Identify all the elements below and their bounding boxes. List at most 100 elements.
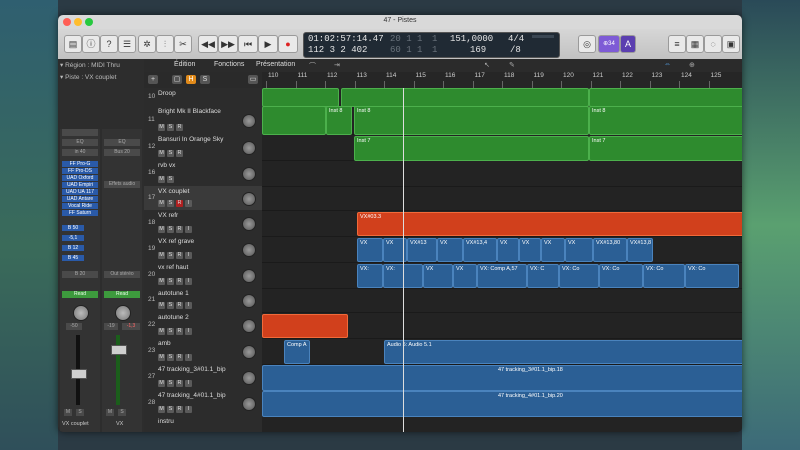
track-mute-button[interactable]: M xyxy=(158,328,165,335)
plugin-slot-8[interactable]: FF Saturn xyxy=(62,210,98,216)
lcd-display[interactable]: 01:02:57:14.47 112 3 2 402 20 1 1 60 1 1… xyxy=(303,32,560,58)
track-header-28[interactable]: 28 47 tracking_4#01.1_bip M S R I xyxy=(144,390,262,417)
track-input-monitor-button[interactable]: I xyxy=(185,278,192,285)
pointer-tool-icon[interactable]: ↖ xyxy=(484,61,490,69)
track-input-monitor-button[interactable]: I xyxy=(185,380,192,387)
region-vx-grave[interactable]: VX#13,8 xyxy=(627,238,653,262)
region-vx-haut[interactable]: VX: C xyxy=(527,264,559,288)
track-solo-button[interactable]: S xyxy=(167,328,174,335)
track-header-10[interactable]: 10 Droop xyxy=(144,88,262,107)
track-solo-button[interactable]: S xyxy=(167,406,174,413)
track-name[interactable]: Bright Mk II Blackface xyxy=(158,108,221,115)
track-volume-knob[interactable] xyxy=(242,141,256,155)
track-input-monitor-button[interactable]: I xyxy=(185,226,192,233)
library-button[interactable]: ▤ xyxy=(64,35,82,53)
track-name[interactable]: vx ref haut xyxy=(158,264,188,271)
track-solo-button[interactable]: S xyxy=(167,354,174,361)
track-record-button[interactable]: R xyxy=(176,406,183,413)
track-volume-knob[interactable] xyxy=(242,294,256,308)
plugin-slot-1[interactable]: FF Pro-G xyxy=(62,161,98,167)
record-button[interactable]: ● xyxy=(278,35,298,53)
track-solo-button[interactable]: S xyxy=(167,252,174,259)
pan-knob-2[interactable] xyxy=(115,305,131,321)
track-header[interactable]: ▾ Piste : VX couplet xyxy=(60,73,142,82)
region-vx-grave[interactable]: VX xyxy=(437,238,463,262)
track-settings-button[interactable]: ▭ xyxy=(248,75,258,84)
send-2[interactable]: -5,1 xyxy=(62,235,84,241)
strip1-input[interactable]: in 40 xyxy=(62,149,98,156)
track-name[interactable]: instru xyxy=(158,418,174,425)
region-vx-grave[interactable]: VX#13,80 xyxy=(593,238,627,262)
region-tracking3[interactable]: 47 tracking_3#01.1_bip.18 xyxy=(262,365,742,391)
region-autotune-2[interactable] xyxy=(262,314,348,338)
arrange-area[interactable]: Inst 8 Inst 8 Inst 8 Inst 7 Inst 7 VX#03… xyxy=(262,88,742,432)
region-bright-1[interactable] xyxy=(262,106,326,135)
track-mute-button[interactable]: M xyxy=(158,226,165,233)
region-vx-grave[interactable]: VX#13,4 xyxy=(463,238,497,262)
volume-fader-2[interactable] xyxy=(111,345,127,355)
track-volume-knob[interactable] xyxy=(242,217,256,231)
plugin-slot-7[interactable]: Vocal Ride xyxy=(62,203,98,209)
track-solo-button[interactable]: S xyxy=(167,380,174,387)
track-record-button[interactable]: R xyxy=(176,124,183,131)
region-inst8b[interactable]: Inst 8 xyxy=(354,106,589,135)
region-vx-haut[interactable]: VX: Co xyxy=(599,264,643,288)
track-name[interactable]: autotune 2 xyxy=(158,314,189,321)
flex-icon[interactable]: ⌒ xyxy=(309,61,316,71)
track-name[interactable]: Droop xyxy=(158,90,176,97)
track-mute-button[interactable]: M xyxy=(158,380,165,387)
track-name[interactable]: 47 tracking_3#01.1_bip xyxy=(158,366,226,373)
editors-button[interactable]: ✂ xyxy=(174,35,192,53)
menu-edition[interactable]: Édition xyxy=(174,61,195,68)
region-vx-grave[interactable]: VX xyxy=(519,238,541,262)
region-vx-grave[interactable]: VX#13 xyxy=(407,238,437,262)
track-record-button[interactable]: R xyxy=(176,380,183,387)
track-header-21[interactable]: 21 autotune 1 MSRI xyxy=(144,288,262,313)
track-solo-button[interactable]: S xyxy=(167,200,174,207)
track-mute-button[interactable]: M xyxy=(158,252,165,259)
track-name[interactable]: autotune 1 xyxy=(158,290,189,297)
count-in-badge[interactable]: ⊕34 xyxy=(598,35,620,53)
strip1-eq[interactable]: EQ xyxy=(62,139,98,146)
mixer-button[interactable]: ⫶ xyxy=(156,35,174,53)
strip2-mute[interactable]: M xyxy=(106,409,114,416)
list-editor-button[interactable]: ≡ xyxy=(668,35,686,53)
region-inst7b[interactable]: Inst 7 xyxy=(589,136,742,161)
region-droop-1[interactable] xyxy=(262,88,339,107)
region-header[interactable]: ▾ Région : MIDI Thru xyxy=(60,61,142,70)
region-vx-haut[interactable]: VX: Co xyxy=(643,264,685,288)
plugin-slot-4[interactable]: UAD Empiri xyxy=(62,182,98,188)
loops-button[interactable]: ◌ xyxy=(704,35,722,53)
track-record-button[interactable]: R xyxy=(176,328,183,335)
region-vx-grave[interactable]: VX xyxy=(357,238,383,262)
track-name[interactable]: 47 tracking_4#01.1_bip xyxy=(158,392,226,399)
region-vx-grave[interactable]: VX xyxy=(541,238,565,262)
smart-controls-button[interactable]: ✲ xyxy=(138,35,156,53)
track-solo-button[interactable]: S xyxy=(167,278,174,285)
tuner-button[interactable]: ◎ xyxy=(578,35,596,53)
track-mute-button[interactable]: M xyxy=(158,354,165,361)
track-name[interactable]: VX couplet xyxy=(158,188,189,195)
track-name[interactable]: VX ref grave xyxy=(158,238,194,245)
automation-read-1[interactable]: Read xyxy=(62,291,98,298)
track-volume-knob[interactable] xyxy=(242,397,256,411)
track-volume-knob[interactable] xyxy=(242,371,256,385)
region-droop-3[interactable] xyxy=(589,88,742,107)
track-mute-button[interactable]: M xyxy=(158,124,165,131)
track-name[interactable]: Bansuri In Orange Sky xyxy=(158,136,223,143)
track-volume-knob[interactable] xyxy=(242,192,256,206)
region-inst8c[interactable]: Inst 8 xyxy=(589,106,742,135)
metronome-badge[interactable]: A xyxy=(620,35,636,53)
track-mute-button[interactable]: M xyxy=(158,302,165,309)
track-input-monitor-button[interactable]: I xyxy=(185,252,192,259)
send-3[interactable]: B 12 xyxy=(62,245,84,251)
track-mute-button[interactable]: M xyxy=(158,406,165,413)
region-vx-grave[interactable]: VX xyxy=(497,238,519,262)
pan-knob-1[interactable] xyxy=(73,305,89,321)
strip2-output[interactable]: Out stéréo xyxy=(104,271,140,278)
send-4[interactable]: B 45 xyxy=(62,255,84,261)
help-button[interactable]: ? xyxy=(100,35,118,53)
menu-fonctions[interactable]: Fonctions xyxy=(214,61,244,68)
track-mute-button[interactable]: M xyxy=(158,278,165,285)
track-header-23[interactable]: 23 amb M S R I xyxy=(144,338,262,365)
